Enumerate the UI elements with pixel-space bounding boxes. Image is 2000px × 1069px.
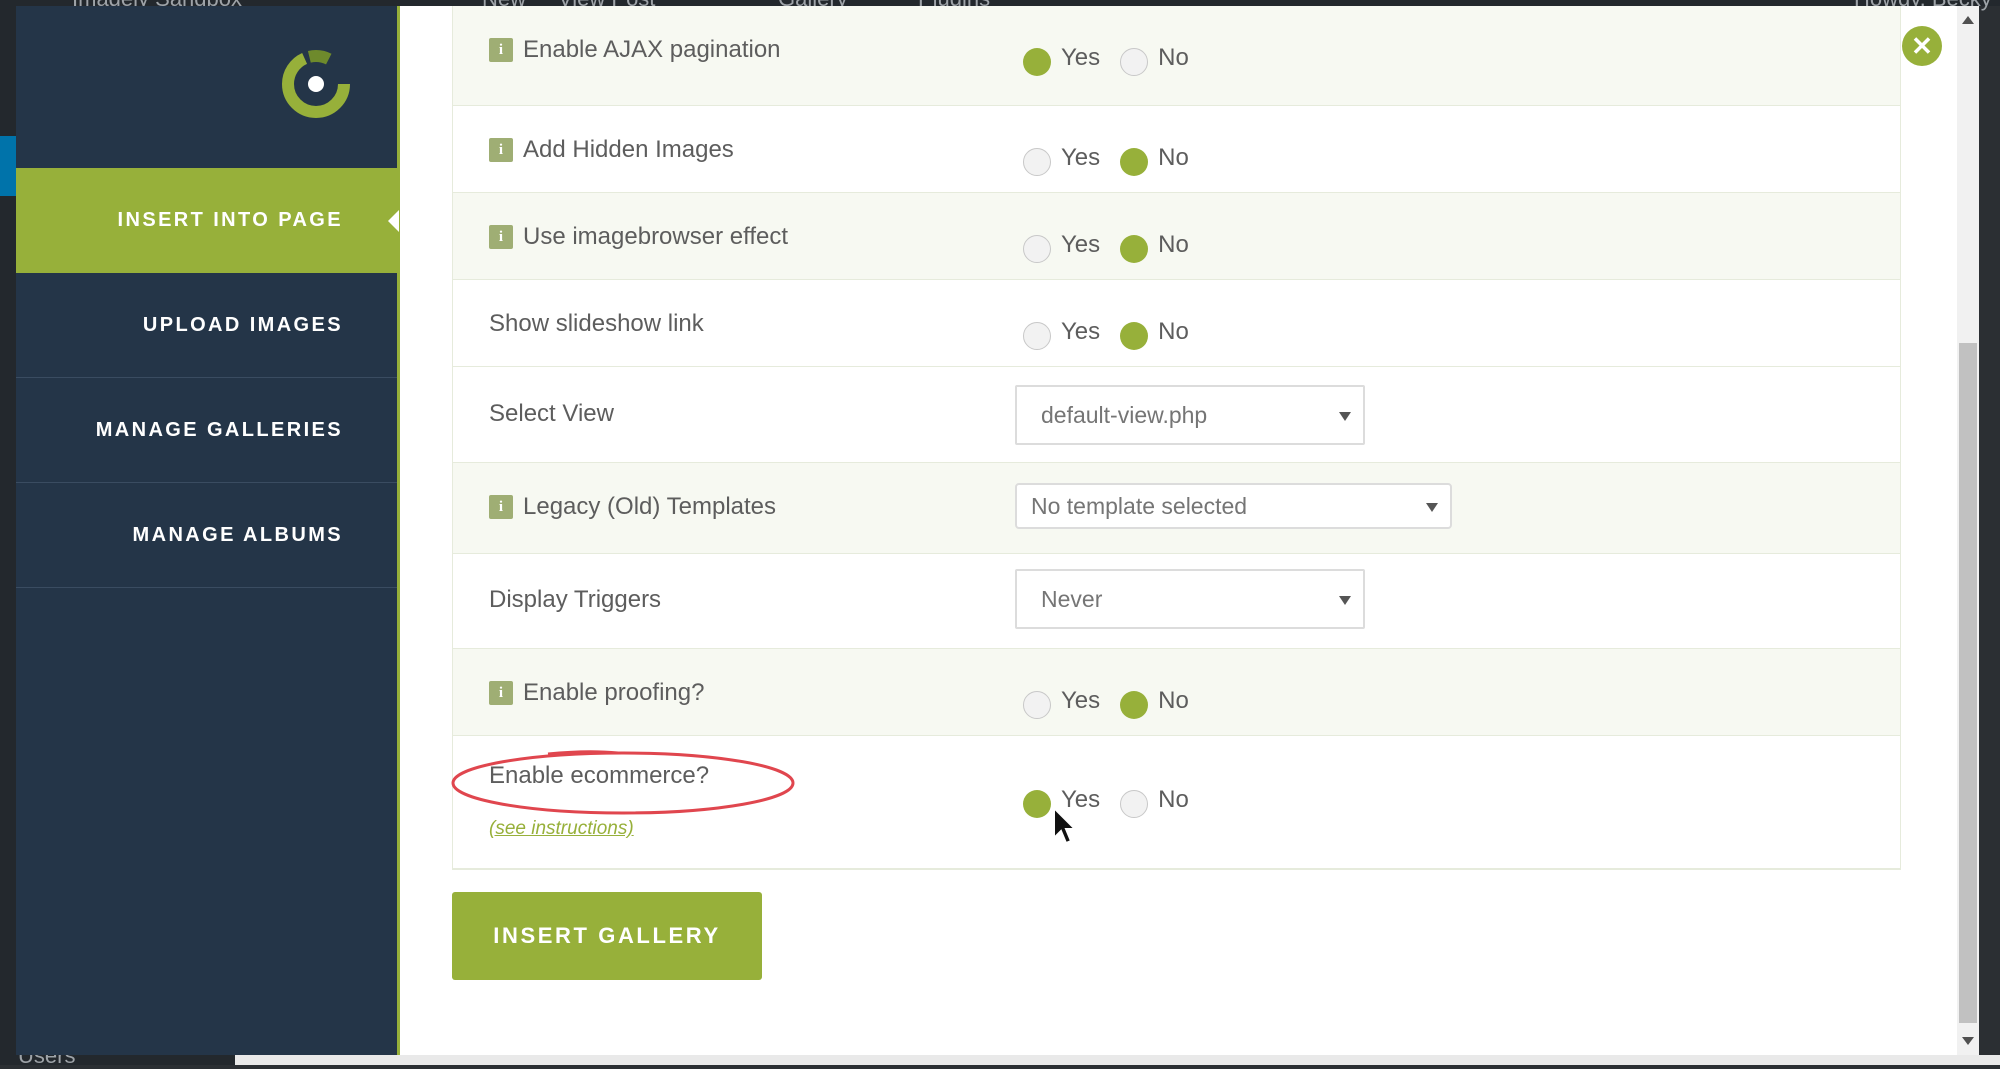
setting-label: Enable ecommerce?: [489, 762, 709, 790]
modal-sidebar: INSERT INTO PAGE UPLOAD IMAGES MANAGE GA…: [16, 6, 400, 1055]
scroll-down-arrow-icon[interactable]: [1962, 1037, 1974, 1045]
info-icon[interactable]: i: [489, 225, 513, 249]
setting-label-text: Legacy (Old) Templates: [523, 493, 777, 520]
setting-label: i Enable AJAX pagination: [489, 36, 781, 64]
nav-manage-galleries[interactable]: MANAGE GALLERIES: [16, 378, 397, 483]
radio-yes-label[interactable]: Yes: [1061, 318, 1100, 346]
modal-scrollbar[interactable]: [1957, 6, 1979, 1055]
setting-label: i Enable proofing?: [489, 679, 704, 707]
imagebrowser-radio-group: Yes No: [1023, 227, 1209, 263]
radio-yes-label[interactable]: Yes: [1061, 44, 1100, 72]
setting-row-legacy-templates: i Legacy (Old) Templates No template sel…: [453, 463, 1900, 554]
info-icon[interactable]: i: [489, 138, 513, 162]
close-icon[interactable]: ✕: [1902, 26, 1942, 66]
radio-no-label[interactable]: No: [1158, 786, 1189, 814]
info-icon[interactable]: i: [489, 38, 513, 62]
display-triggers-dropdown[interactable]: Never: [1015, 569, 1365, 629]
radio-no[interactable]: [1120, 235, 1149, 263]
nav-insert-into-page[interactable]: INSERT INTO PAGE: [16, 168, 399, 273]
scrollbar-thumb[interactable]: [1959, 343, 1977, 1023]
setting-row-slideshow-link: Show slideshow link Yes No: [453, 280, 1900, 367]
legacy-templates-dropdown[interactable]: No template selected: [1015, 483, 1452, 529]
setting-label-text: Display Triggers: [489, 586, 662, 613]
insert-gallery-button[interactable]: INSERT GALLERY: [452, 892, 762, 980]
display-triggers-value: Never: [1041, 585, 1103, 612]
setting-label-text: Enable AJAX pagination: [523, 36, 781, 63]
chevron-down-icon: [1426, 503, 1438, 512]
radio-no[interactable]: [1120, 691, 1149, 719]
setting-label: Select View: [489, 400, 614, 428]
select-view-dropdown[interactable]: default-view.php: [1015, 385, 1365, 445]
radio-yes[interactable]: [1023, 691, 1051, 719]
radio-yes-label[interactable]: Yes: [1061, 231, 1100, 259]
ecommerce-radio-group: Yes No: [1023, 782, 1209, 818]
setting-label: i Legacy (Old) Templates: [489, 493, 776, 521]
select-view-value: default-view.php: [1041, 401, 1208, 428]
modal-content: i Enable AJAX pagination Yes No i Add Hi…: [400, 6, 1979, 1055]
slideshow-link-radio-group: Yes No: [1023, 314, 1209, 350]
setting-row-ajax-pagination: i Enable AJAX pagination Yes No: [453, 6, 1900, 106]
setting-label-text: Add Hidden Images: [523, 136, 734, 163]
setting-label-text: Enable ecommerce?: [489, 762, 710, 789]
info-icon[interactable]: i: [489, 681, 513, 705]
info-icon[interactable]: i: [489, 495, 513, 519]
radio-yes[interactable]: [1023, 48, 1051, 76]
wp-admin-menu-active: [0, 136, 16, 196]
radio-no[interactable]: [1120, 148, 1149, 176]
radio-no-label[interactable]: No: [1158, 144, 1189, 172]
nav-upload-images[interactable]: UPLOAD IMAGES: [16, 273, 397, 378]
chevron-down-icon: [1339, 596, 1351, 605]
setting-row-display-triggers: Display Triggers Never: [453, 554, 1900, 649]
setting-row-imagebrowser-effect: i Use imagebrowser effect Yes No: [453, 193, 1900, 280]
radio-no-label[interactable]: No: [1158, 231, 1189, 259]
setting-label: Show slideshow link: [489, 310, 704, 338]
radio-yes[interactable]: [1023, 235, 1051, 263]
setting-label: Display Triggers: [489, 586, 661, 614]
hidden-images-radio-group: Yes No: [1023, 140, 1209, 176]
radio-yes[interactable]: [1023, 790, 1051, 818]
setting-row-proofing: i Enable proofing? Yes No: [453, 649, 1900, 736]
setting-label-text: Show slideshow link: [489, 310, 704, 337]
ajax-pagination-radio-group: Yes No: [1023, 40, 1209, 76]
setting-label: i Use imagebrowser effect: [489, 223, 788, 251]
radio-no-label[interactable]: No: [1158, 687, 1189, 715]
display-settings-table: i Enable AJAX pagination Yes No i Add Hi…: [452, 6, 1901, 870]
radio-no[interactable]: [1120, 48, 1149, 76]
proofing-radio-group: Yes No: [1023, 683, 1209, 719]
scroll-up-arrow-icon[interactable]: [1962, 16, 1974, 24]
setting-label-text: Use imagebrowser effect: [523, 223, 789, 250]
nextgen-logo-icon: [282, 50, 350, 118]
radio-yes[interactable]: [1023, 148, 1051, 176]
radio-yes[interactable]: [1023, 322, 1051, 350]
see-instructions-link[interactable]: (see instructions): [489, 818, 634, 840]
nav-manage-albums[interactable]: MANAGE ALBUMS: [16, 483, 397, 588]
setting-label-text: Enable proofing?: [523, 679, 705, 706]
radio-no[interactable]: [1120, 790, 1149, 818]
radio-no[interactable]: [1120, 322, 1149, 350]
radio-no-label[interactable]: No: [1158, 318, 1189, 346]
setting-label: i Add Hidden Images: [489, 136, 734, 164]
radio-no-label[interactable]: No: [1158, 44, 1189, 72]
setting-row-ecommerce: Enable ecommerce? (see instructions) Yes…: [453, 736, 1900, 869]
nextgen-modal: INSERT INTO PAGE UPLOAD IMAGES MANAGE GA…: [16, 6, 1979, 1055]
setting-row-select-view: Select View default-view.php: [453, 367, 1900, 463]
radio-yes-label[interactable]: Yes: [1061, 687, 1100, 715]
wp-bottom-strip: [0, 1055, 2000, 1065]
setting-label-text: Select View: [489, 400, 614, 427]
legacy-templates-value: No template selected: [1031, 492, 1248, 519]
setting-row-hidden-images: i Add Hidden Images Yes No: [453, 106, 1900, 193]
radio-yes-label[interactable]: Yes: [1061, 144, 1100, 172]
chevron-down-icon: [1339, 412, 1351, 421]
mouse-cursor-icon: [1053, 806, 1078, 845]
wp-admin-menu-strip: [0, 6, 16, 1065]
